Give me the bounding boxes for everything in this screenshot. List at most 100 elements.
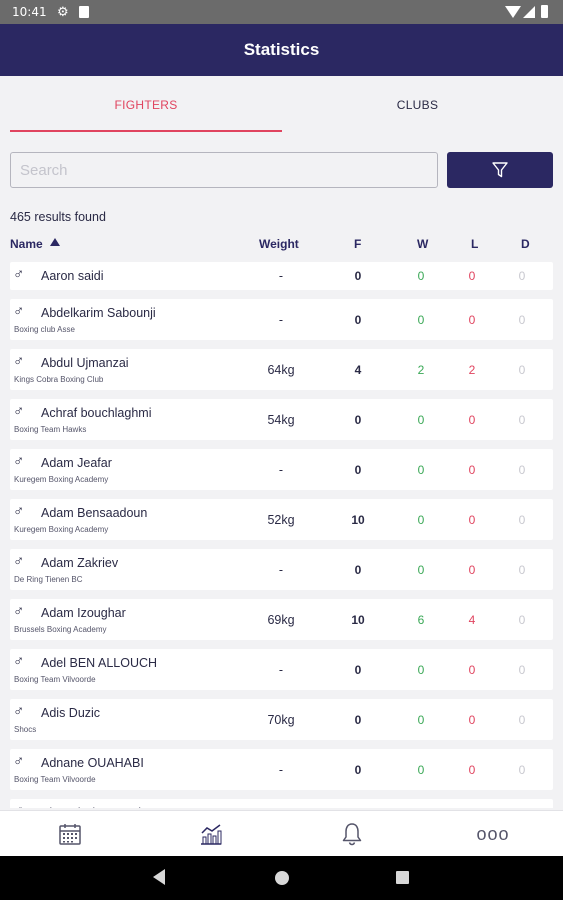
- male-icon: ♂: [13, 703, 25, 720]
- bell-icon: [342, 823, 362, 846]
- nav-notifications[interactable]: [327, 811, 377, 857]
- sd-card-icon: [79, 6, 89, 18]
- header-losses[interactable]: L: [471, 237, 478, 251]
- header-wins[interactable]: W: [417, 237, 428, 251]
- fighter-row[interactable]: ♂ Ahmed El Bettouti: [10, 799, 553, 808]
- male-icon: ♂: [13, 753, 25, 770]
- fighter-name: Adam Izoughar: [41, 606, 126, 620]
- fighter-fights: 0: [354, 563, 362, 577]
- bottom-nav: ooo: [0, 810, 563, 856]
- fighter-name: Achraf bouchlaghmi: [41, 406, 152, 420]
- filter-button[interactable]: [447, 152, 553, 188]
- back-icon[interactable]: [153, 869, 165, 885]
- wifi-icon: [505, 6, 521, 18]
- fighter-draws: 0: [518, 663, 526, 677]
- tab-clubs[interactable]: CLUBS: [282, 76, 553, 134]
- active-tab-indicator: [10, 130, 282, 132]
- fighter-wins: 0: [417, 713, 425, 727]
- fighter-weight: 54kg: [267, 413, 295, 427]
- fighter-draws: 0: [518, 313, 526, 327]
- funnel-icon: [492, 162, 508, 178]
- status-time: 10:41: [12, 5, 47, 19]
- sort-ascending-icon[interactable]: [50, 238, 60, 246]
- fighter-draws: 0: [518, 713, 526, 727]
- fighter-losses: 2: [468, 363, 476, 377]
- search-box: [10, 152, 438, 188]
- fighter-losses: 0: [468, 713, 476, 727]
- fighter-row[interactable]: ♂ Adam Bensaadoun Kuregem Boxing Academy 52…: [10, 499, 553, 540]
- fighter-wins: 6: [417, 613, 425, 627]
- header-draws[interactable]: D: [521, 237, 530, 251]
- fighter-list: ♂ Aaron saidi - 0 0 0 0 ♂ Abdelkarim Sabounji Box…: [0, 262, 563, 808]
- app-bar: Statistics: [0, 24, 563, 76]
- fighter-weight: 52kg: [267, 513, 295, 527]
- fighter-club: Kuregem Boxing Academy: [14, 475, 109, 484]
- fighter-fights: 0: [354, 413, 362, 427]
- male-icon: ♂: [13, 503, 25, 520]
- fighter-row[interactable]: ♂ Adam Jeafar Kuregem Boxing Academy - 0 0 0 0: [10, 449, 553, 490]
- settings-icon: ⚙: [57, 4, 69, 19]
- recent-apps-icon[interactable]: [396, 871, 409, 884]
- fighter-wins: 0: [417, 663, 425, 677]
- fighter-name: Abdelkarim Sabounji: [41, 306, 156, 320]
- fighter-wins: 2: [417, 363, 425, 377]
- fighter-row[interactable]: ♂ Aaron saidi - 0 0 0 0: [10, 262, 553, 290]
- male-icon: ♂: [13, 353, 25, 370]
- fighter-fights: 0: [354, 713, 362, 727]
- fighter-wins: 0: [417, 463, 425, 477]
- fighter-wins: 0: [417, 413, 425, 427]
- tab-fighters[interactable]: FIGHTERS: [10, 76, 282, 134]
- fighter-losses: 0: [468, 413, 476, 427]
- fighter-draws: 0: [518, 269, 526, 283]
- fighter-club: Boxing Team Vilvoorde: [14, 675, 96, 684]
- fighter-name: Aaron saidi: [41, 269, 104, 283]
- fighter-weight: -: [278, 563, 284, 577]
- results-count: 465 results found: [10, 210, 106, 224]
- fighter-wins: 0: [417, 563, 425, 577]
- home-icon[interactable]: [275, 871, 289, 885]
- male-icon: ♂: [13, 453, 25, 470]
- fighter-fights: 10: [351, 513, 365, 527]
- nav-statistics[interactable]: [186, 811, 236, 857]
- fighter-name: Adam Bensaadoun: [41, 506, 148, 520]
- male-icon: ♂: [13, 803, 24, 808]
- fighter-row[interactable]: ♂ Adnane OUAHABI Boxing Team Vilvoorde - 0 0 0…: [10, 749, 553, 790]
- fighter-name: Abdul Ujmanzai: [41, 356, 129, 370]
- fighter-row[interactable]: ♂ Abdelkarim Sabounji Boxing club Asse - 0 0 0…: [10, 299, 553, 340]
- nav-more[interactable]: ooo: [468, 811, 518, 857]
- fighter-name: Adis Duzic: [41, 706, 101, 720]
- fighter-losses: 0: [468, 663, 476, 677]
- fighter-draws: 0: [518, 563, 526, 577]
- header-name[interactable]: Name: [10, 237, 43, 251]
- fighter-name: Adam Zakriev: [41, 556, 119, 570]
- fighter-draws: 0: [518, 363, 526, 377]
- fighter-wins: 0: [417, 763, 425, 777]
- search-input[interactable]: [20, 161, 437, 179]
- fighter-weight: -: [278, 463, 284, 477]
- fighter-name: Adel BEN ALLOUCH: [41, 656, 158, 670]
- fighter-weight: 64kg: [267, 363, 295, 377]
- fighter-row[interactable]: ♂ Adam Zakriev De Ring Tienen BC - 0 0 0 0: [10, 549, 553, 590]
- fighter-name: Adam Jeafar: [41, 456, 112, 470]
- fighter-weight: -: [278, 269, 284, 283]
- fighter-fights: 10: [351, 613, 365, 627]
- header-weight[interactable]: Weight: [259, 237, 299, 251]
- fighter-losses: 4: [468, 613, 476, 627]
- fighter-losses: 0: [468, 313, 476, 327]
- fighter-draws: 0: [518, 413, 526, 427]
- header-fights[interactable]: F: [354, 237, 361, 251]
- male-icon: ♂: [13, 403, 25, 420]
- page-title: Statistics: [243, 40, 320, 59]
- fighter-row[interactable]: ♂ Achraf bouchlaghmi Boxing Team Hawks 54kg…: [10, 399, 553, 440]
- fighter-row[interactable]: ♂ Adel BEN ALLOUCH Boxing Team Vilvoorde - 0…: [10, 649, 553, 690]
- fighter-row[interactable]: ♂ Adam Izoughar Brussels Boxing Academy 69k…: [10, 599, 553, 640]
- chart-icon: [201, 824, 222, 845]
- fighter-club: Boxing club Asse: [14, 325, 75, 334]
- calendar-icon: [59, 824, 81, 845]
- male-icon: ♂: [13, 303, 25, 320]
- fighter-row[interactable]: ♂ Abdul Ujmanzai Kings Cobra Boxing Club 64…: [10, 349, 553, 390]
- fighter-row[interactable]: ♂ Adis Duzic Shocs 70kg 0 0 0 0: [10, 699, 553, 740]
- male-icon: ♂: [13, 553, 25, 570]
- nav-calendar[interactable]: [45, 811, 95, 857]
- fighter-name: Ahmed El Bettouti: [41, 806, 141, 808]
